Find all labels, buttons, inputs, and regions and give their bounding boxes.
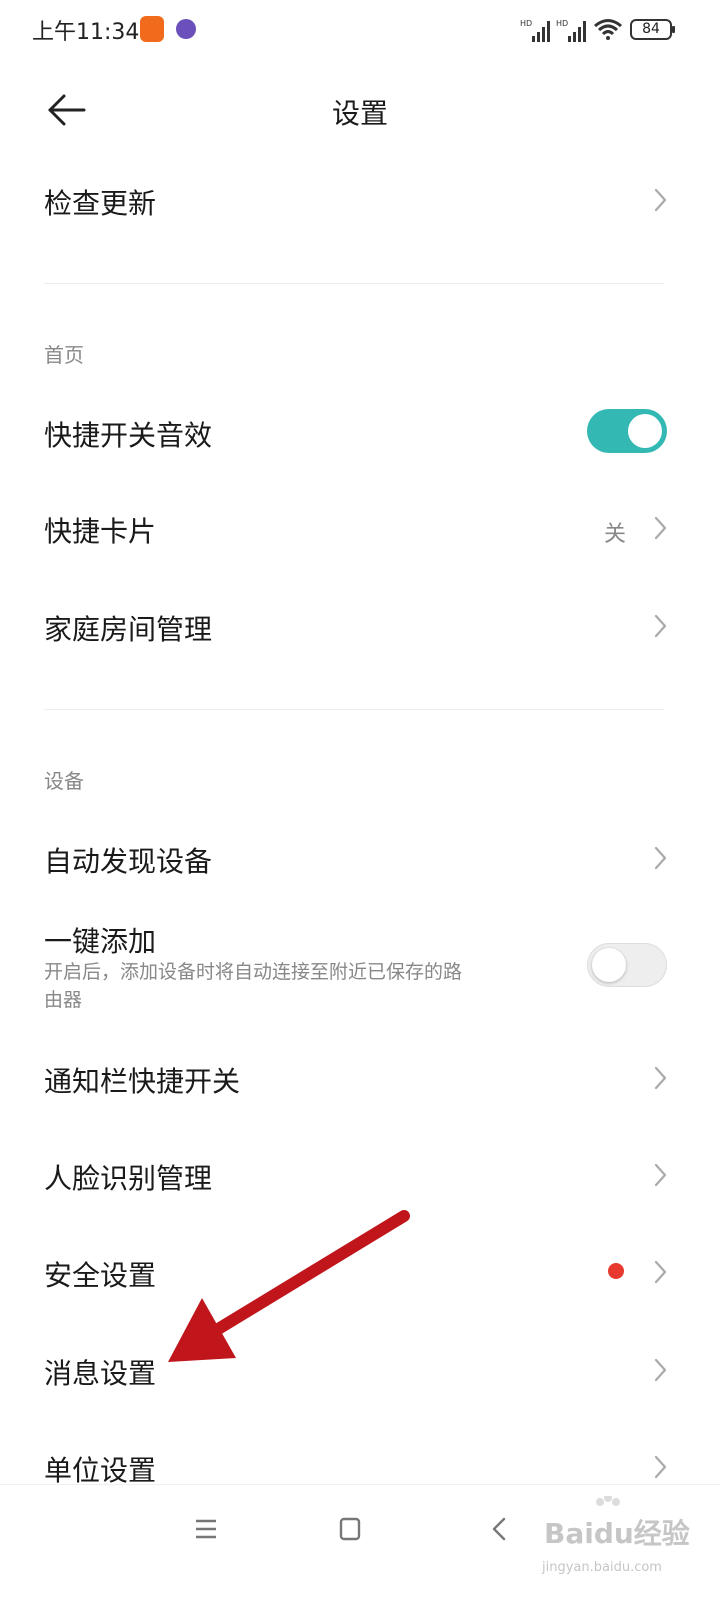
chevron-right-icon xyxy=(654,1260,667,1284)
row-label-auto-discover: 自动发现设备 xyxy=(44,845,213,878)
row-family-room[interactable]: 家庭房间管理 xyxy=(0,576,720,672)
row-label-notification-switch: 通知栏快捷开关 xyxy=(44,1065,241,1098)
signal-hd-label: HD xyxy=(520,19,532,28)
row-label-quick-switch-sound: 快捷开关音效 xyxy=(44,419,213,452)
row-face-recognition[interactable]: 人脸识别管理 xyxy=(0,1125,720,1221)
row-desc-one-key-add: 开启后，添加设备时将自动连接至附近已保存的路由器 xyxy=(44,961,463,1011)
row-notification-switch[interactable]: 通知栏快捷开关 xyxy=(0,1028,720,1124)
divider xyxy=(44,283,664,284)
menu-icon[interactable] xyxy=(182,1505,230,1553)
row-security[interactable]: 安全设置 xyxy=(0,1222,720,1318)
row-quick-switch-sound: 快捷开关音效 xyxy=(0,382,720,478)
row-quick-card[interactable]: 快捷卡片 关 xyxy=(0,478,720,574)
row-one-key-add: 一键添加 开启后，添加设备时将自动连接至附近已保存的路由器 xyxy=(0,906,720,1026)
row-label-security: 安全设置 xyxy=(44,1259,157,1292)
divider xyxy=(44,709,664,710)
wifi-icon xyxy=(594,19,622,40)
notification-badge xyxy=(608,1263,624,1279)
row-label-message: 消息设置 xyxy=(44,1357,157,1390)
section-title-home: 首页 xyxy=(44,343,84,367)
row-check-update[interactable]: 检查更新 xyxy=(0,150,720,250)
chevron-left-icon[interactable] xyxy=(476,1505,524,1553)
settings-screen: 上午11:34 HD HD 84 设置 检查更新 首页 快捷开关音效 快捷卡片 … xyxy=(0,0,720,1600)
row-auto-discover[interactable]: 自动发现设备 xyxy=(0,808,720,904)
watermark-brand: Baidu经验 xyxy=(544,1517,690,1550)
toggle-one-key-add[interactable] xyxy=(587,943,667,987)
chevron-right-icon xyxy=(654,516,667,540)
square-home-icon[interactable] xyxy=(326,1505,374,1553)
row-label-quick-card: 快捷卡片 xyxy=(44,515,157,548)
toggle-knob xyxy=(592,948,626,982)
chevron-right-icon xyxy=(654,188,667,212)
toggle-quick-switch-sound[interactable] xyxy=(587,409,667,453)
chevron-right-icon xyxy=(654,1455,667,1479)
app-notification-icon-2 xyxy=(176,19,196,39)
status-bar: 上午11:34 HD HD 84 xyxy=(0,0,720,60)
battery-level: 84 xyxy=(642,21,660,37)
page-title: 设置 xyxy=(331,97,388,130)
section-title-device: 设备 xyxy=(44,769,84,793)
chevron-right-icon xyxy=(654,614,667,638)
row-label-face-recognition: 人脸识别管理 xyxy=(44,1162,213,1195)
chevron-right-icon xyxy=(654,1066,667,1090)
cellular-signal-icon-2: HD xyxy=(556,19,586,42)
watermark-url: jingyan.baidu.com xyxy=(542,1560,662,1575)
row-label-check-update: 检查更新 xyxy=(44,187,157,220)
row-value-quick-card: 关 xyxy=(604,522,627,547)
row-label-one-key-add: 一键添加 xyxy=(44,925,157,958)
status-time: 上午11:34 xyxy=(32,20,140,45)
row-label-unit: 单位设置 xyxy=(44,1454,157,1487)
app-notification-icon xyxy=(140,16,164,42)
signal-hd-label-2: HD xyxy=(556,19,568,28)
cellular-signal-icon: HD xyxy=(520,19,550,42)
row-message[interactable]: 消息设置 xyxy=(0,1320,720,1416)
chevron-right-icon xyxy=(654,1163,667,1187)
chevron-right-icon xyxy=(654,846,667,870)
row-label-family-room: 家庭房间管理 xyxy=(44,613,213,646)
chevron-right-icon xyxy=(654,1358,667,1382)
toggle-knob xyxy=(628,414,662,448)
